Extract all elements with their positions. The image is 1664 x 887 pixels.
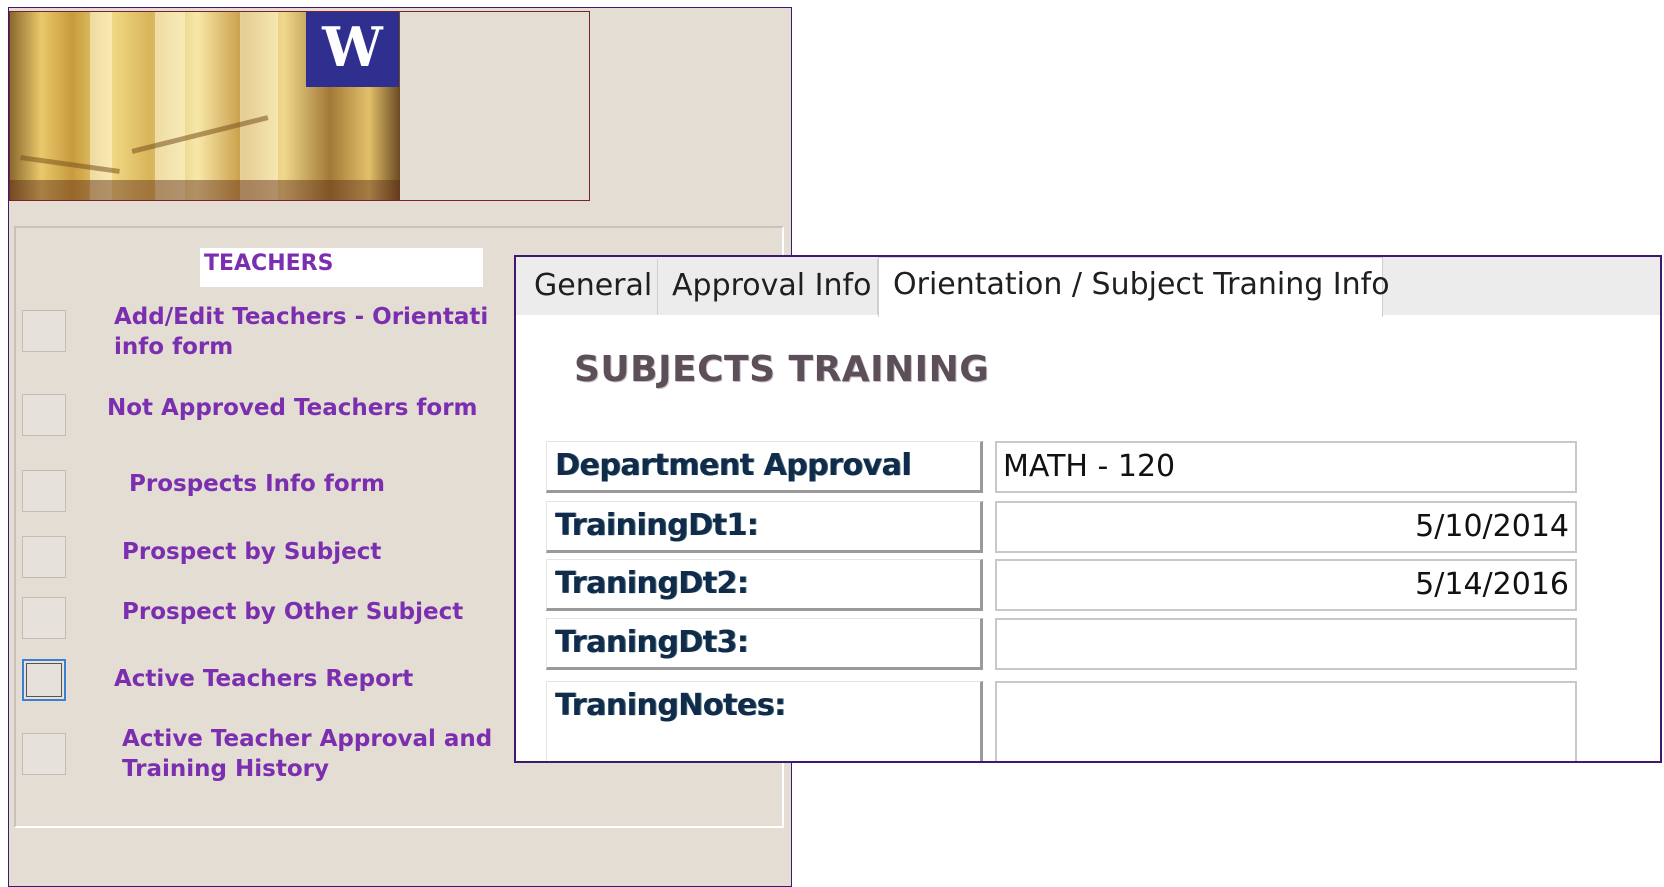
approval-training-history-label[interactable]: Active Teacher Approval and Training His… [122,724,492,784]
department-approval-field[interactable]: MATH - 120 [995,441,1577,493]
prospects-info-button[interactable] [22,470,66,512]
approval-training-history-button[interactable] [22,733,66,775]
tab-strip: General Approval Info Orientation / Subj… [516,257,1660,317]
header-banner: W [9,11,590,201]
training-dt1-field[interactable]: 5/10/2014 [995,501,1577,553]
tab-general[interactable]: General [520,259,658,315]
prospect-by-subject-label[interactable]: Prospect by Subject [122,537,381,567]
prospect-by-other-subject-label[interactable]: Prospect by Other Subject [122,597,463,627]
university-logo: W [306,12,399,87]
prospect-by-other-subject-button[interactable] [22,597,66,639]
training-dt3-field[interactable] [995,618,1577,670]
section-title: SUBJECTS TRAINING [574,349,990,390]
training-notes-field[interactable] [995,681,1577,761]
add-edit-teachers-label[interactable]: Add/Edit Teachers - Orientati info form [114,302,488,362]
tab-orientation-subject-training[interactable]: Orientation / Subject Traning Info [878,257,1390,317]
menu-title: TEACHERS [200,248,483,287]
add-edit-teachers-button[interactable] [22,310,66,352]
not-approved-teachers-label[interactable]: Not Approved Teachers form [107,393,478,423]
active-teachers-report-button[interactable] [22,659,66,701]
training-dt1-label: TrainingDt1: [546,501,983,553]
tab-approval-info[interactable]: Approval Info [658,259,878,315]
training-notes-label: TraningNotes: [546,681,983,761]
prospects-info-label[interactable]: Prospects Info form [129,469,385,499]
department-approval-label: Department Approval [546,441,983,493]
active-teachers-report-label[interactable]: Active Teachers Report [114,664,413,694]
training-dt3-label: TraningDt3: [546,618,983,670]
training-dt2-field[interactable]: 5/14/2016 [995,559,1577,611]
teacher-form-window: General Approval Info Orientation / Subj… [514,255,1662,763]
training-dt2-label: TraningDt2: [546,559,983,611]
not-approved-teachers-button[interactable] [22,394,66,436]
prospect-by-subject-button[interactable] [22,536,66,578]
